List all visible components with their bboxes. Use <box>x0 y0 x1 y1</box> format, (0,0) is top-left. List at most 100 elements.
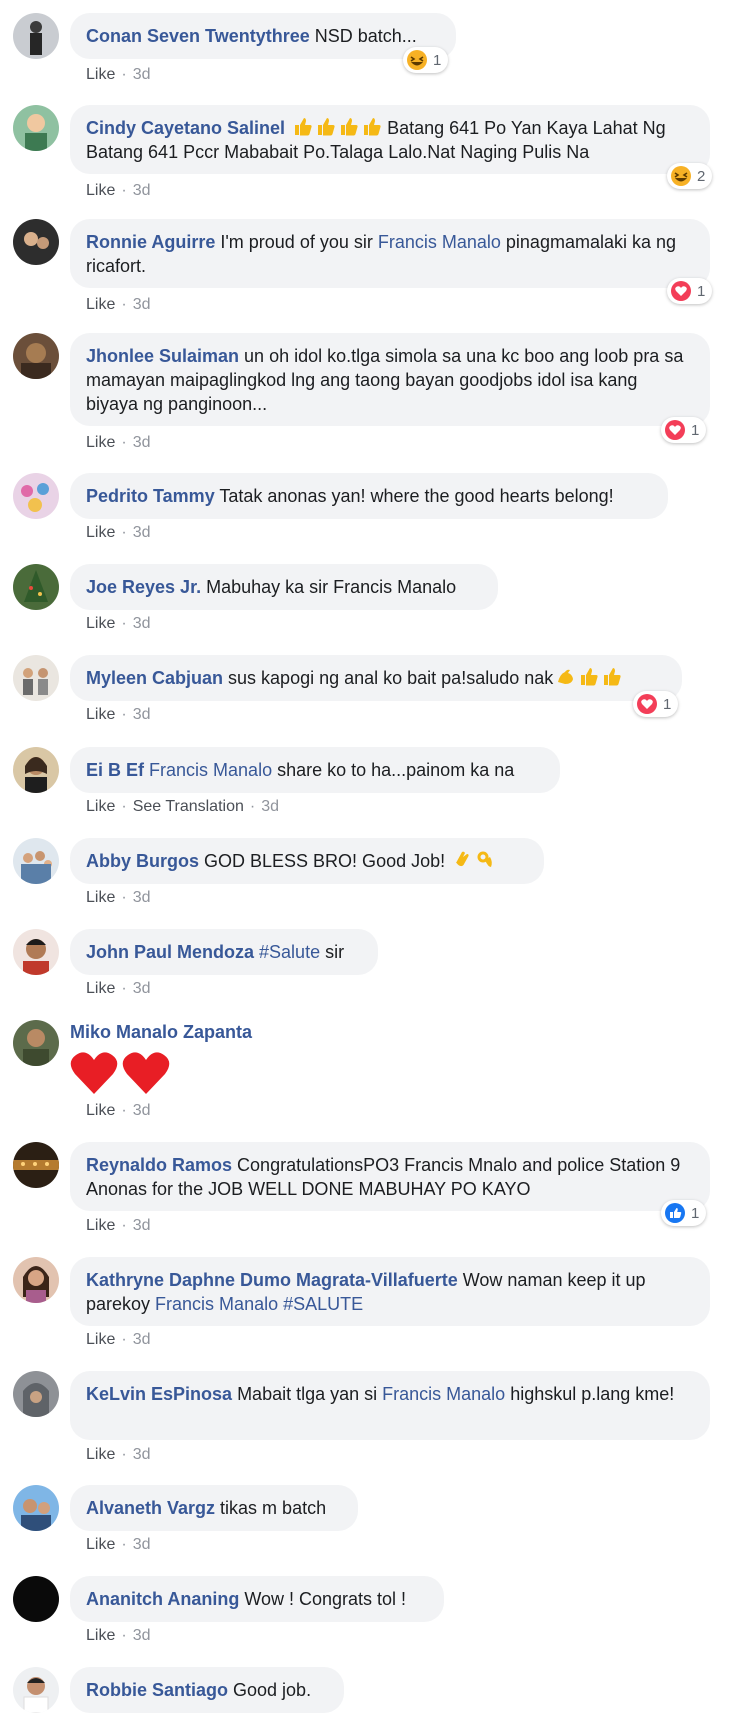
reaction-count[interactable]: 2 <box>667 163 713 189</box>
comment-author[interactable]: Robbie Santiago <box>86 1680 228 1700</box>
like-link[interactable]: Like <box>86 1331 115 1348</box>
like-link[interactable]: Like <box>86 296 115 313</box>
avatar[interactable] <box>13 473 59 519</box>
comment-time[interactable]: 3d <box>133 524 151 541</box>
comment-author[interactable]: Pedrito Tammy <box>86 486 215 506</box>
avatar[interactable] <box>13 1667 59 1713</box>
avatar[interactable] <box>13 1257 59 1303</box>
comment-time[interactable]: 3d <box>133 296 151 313</box>
avatar[interactable] <box>13 13 59 59</box>
avatar[interactable] <box>13 655 59 701</box>
like-link[interactable]: Like <box>86 182 115 199</box>
comment-author[interactable]: Jhonlee Sulaiman <box>86 346 239 366</box>
haha-reaction-icon <box>406 49 428 71</box>
hashtag-link[interactable]: #Salute <box>259 942 320 962</box>
comment-text: NSD batch... <box>309 26 417 46</box>
comment-meta: Like · 3d <box>86 296 151 313</box>
comment-meta: Like · 3d <box>86 1331 151 1348</box>
avatar[interactable] <box>13 838 59 884</box>
avatar[interactable] <box>13 1576 59 1622</box>
like-link[interactable]: Like <box>86 980 115 997</box>
comment-author[interactable]: Ananitch Ananing <box>86 1589 239 1609</box>
comment-bubble: Conan Seven Twentythree NSD batch... <box>70 13 456 59</box>
comment-author[interactable]: Myleen Cabjuan <box>86 668 223 688</box>
comment-author[interactable]: Conan Seven Twentythree <box>86 26 310 46</box>
reaction-count[interactable]: 1 <box>661 1200 707 1226</box>
like-link[interactable]: Like <box>86 615 115 632</box>
comment-author[interactable]: Ronnie Aguirre <box>86 232 215 252</box>
mention-link[interactable]: Francis Manalo <box>155 1294 278 1314</box>
comment-text: Mabait tlga yan si <box>232 1384 383 1404</box>
comment-time[interactable]: 3d <box>133 1217 151 1234</box>
reaction-count[interactable]: 1 <box>661 417 707 443</box>
comment-author[interactable]: Joe Reyes Jr. <box>86 577 201 597</box>
like-link[interactable]: Like <box>86 1102 115 1119</box>
avatar[interactable] <box>13 1020 59 1066</box>
like-link[interactable]: Like <box>86 66 115 83</box>
reaction-number: 1 <box>697 282 706 300</box>
comment-author[interactable]: John Paul Mendoza <box>86 942 254 962</box>
comment-time[interactable]: 3d <box>261 798 279 815</box>
comment-time[interactable]: 3d <box>133 980 151 997</box>
comment-time[interactable]: 3d <box>133 66 151 83</box>
comment-time[interactable]: 3d <box>133 434 151 451</box>
mention-link[interactable]: Francis Manalo <box>378 232 501 252</box>
comment-bubble: Myleen Cabjuan sus kapogi ng anal ko bai… <box>70 655 682 701</box>
comment-time[interactable]: 3d <box>133 182 151 199</box>
comment-time[interactable]: 3d <box>133 889 151 906</box>
comment-meta: Like · 3d <box>86 980 151 997</box>
avatar[interactable] <box>13 564 59 610</box>
comment-time[interactable]: 3d <box>133 1627 151 1644</box>
mention-link[interactable]: Francis Manalo <box>382 1384 505 1404</box>
mention-link[interactable]: Francis Manalo <box>149 760 272 780</box>
comment-author[interactable]: Reynaldo Ramos <box>86 1155 232 1175</box>
avatar[interactable] <box>13 1371 59 1417</box>
like-link[interactable]: Like <box>86 798 115 815</box>
like-link[interactable]: Like <box>86 1627 115 1644</box>
comment-meta: Like · 3d <box>86 66 151 83</box>
comment-bubble: John Paul Mendoza #Salute sir <box>70 929 378 975</box>
like-link[interactable]: Like <box>86 1217 115 1234</box>
comment-author[interactable]: Kathryne Daphne Dumo Magrata-Villafuerte <box>86 1270 458 1290</box>
like-link[interactable]: Like <box>86 889 115 906</box>
avatar[interactable] <box>13 105 59 151</box>
hashtag-link[interactable]: #SALUTE <box>283 1294 363 1314</box>
avatar[interactable] <box>13 219 59 265</box>
like-link[interactable]: Like <box>86 1446 115 1463</box>
like-link[interactable]: Like <box>86 524 115 541</box>
comment-meta: Like · 3d <box>86 889 151 906</box>
comment-author[interactable]: Abby Burgos <box>86 851 199 871</box>
reaction-count[interactable]: 1 <box>667 278 713 304</box>
avatar[interactable] <box>13 333 59 379</box>
reaction-number: 1 <box>433 51 442 69</box>
comment-author[interactable]: Miko Manalo Zapanta <box>70 1020 252 1044</box>
like-link[interactable]: Like <box>86 706 115 723</box>
like-link[interactable]: Like <box>86 434 115 451</box>
avatar[interactable] <box>13 929 59 975</box>
comment-author[interactable]: KeLvin EsPinosa <box>86 1384 232 1404</box>
comment-time[interactable]: 3d <box>133 1446 151 1463</box>
comment-time[interactable]: 3d <box>133 1102 151 1119</box>
comment-time[interactable]: 3d <box>133 615 151 632</box>
comment-time[interactable]: 3d <box>133 706 151 723</box>
comment-author[interactable]: Alvaneth Vargz <box>86 1498 215 1518</box>
comment-text: sir <box>320 942 345 962</box>
comment-author[interactable]: Ei B Ef <box>86 760 144 780</box>
comment-text: Good job. <box>228 1680 312 1700</box>
reaction-number: 1 <box>691 1204 700 1222</box>
comment-time[interactable]: 3d <box>133 1331 151 1348</box>
heart-emoji <box>122 1052 170 1094</box>
avatar[interactable] <box>13 1142 59 1188</box>
heart-emoji <box>70 1052 118 1094</box>
reaction-count[interactable]: 1 <box>403 47 449 73</box>
avatar[interactable] <box>13 1485 59 1531</box>
reaction-number: 1 <box>663 695 672 713</box>
see-translation-link[interactable]: See Translation <box>133 798 244 815</box>
avatar[interactable] <box>13 747 59 793</box>
comment-time[interactable]: 3d <box>133 1536 151 1553</box>
comment-text: Tatak anonas yan! where the good hearts … <box>214 486 614 506</box>
comment-author[interactable]: Cindy Cayetano Salinel <box>86 118 285 138</box>
comment-meta: Like · 3d <box>86 706 151 723</box>
like-link[interactable]: Like <box>86 1536 115 1553</box>
reaction-count[interactable]: 1 <box>633 691 679 717</box>
